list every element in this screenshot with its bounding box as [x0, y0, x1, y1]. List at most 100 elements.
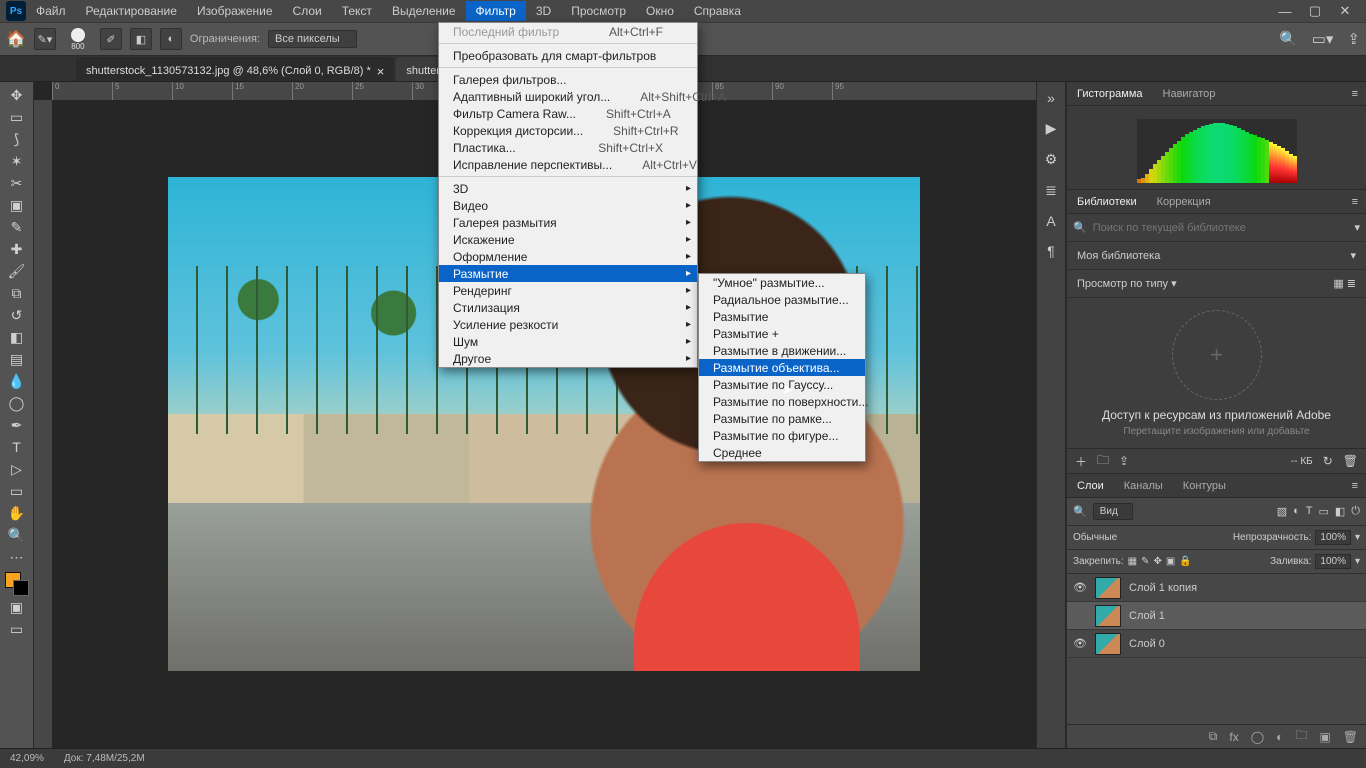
- menu-item[interactable]: Размытие: [439, 265, 697, 282]
- color-swatch[interactable]: [5, 572, 29, 596]
- menu-слои[interactable]: Слои: [283, 1, 332, 21]
- menu-item[interactable]: Оформление: [439, 248, 697, 265]
- healing-tool[interactable]: ✚: [3, 238, 31, 260]
- menu-item[interactable]: Размытие по поверхности...: [699, 393, 865, 410]
- folder-icon[interactable]: 🗀: [1097, 451, 1109, 472]
- fill-value[interactable]: 100%: [1315, 554, 1351, 569]
- marquee-tool[interactable]: ▭: [3, 106, 31, 128]
- close-icon[interactable]: ×: [377, 64, 385, 79]
- close-button[interactable]: ✕: [1330, 3, 1360, 19]
- dodge-tool[interactable]: ◯: [3, 392, 31, 414]
- hand-tool[interactable]: ✋: [3, 502, 31, 524]
- panel-menu-icon[interactable]: ≡: [1344, 480, 1366, 492]
- screen-mode-icon[interactable]: ▭: [3, 618, 31, 640]
- menu-просмотр[interactable]: Просмотр: [561, 1, 636, 21]
- paragraph-icon[interactable]: ¶: [1047, 243, 1055, 259]
- panel-menu-icon[interactable]: ≡: [1344, 88, 1366, 100]
- menu-item[interactable]: Другое: [439, 350, 697, 367]
- quick-select-tool[interactable]: ✶: [3, 150, 31, 172]
- type-icon[interactable]: A: [1046, 213, 1055, 229]
- menu-текст[interactable]: Текст: [332, 1, 382, 21]
- layer-row[interactable]: 👁Слой 1 копия: [1067, 574, 1366, 602]
- adjustments-icon[interactable]: ⚙: [1045, 151, 1058, 168]
- menu-item[interactable]: Усиление резкости: [439, 316, 697, 333]
- menu-item[interactable]: Радиальное размытие...: [699, 291, 865, 308]
- frame-tool[interactable]: ▣: [3, 194, 31, 216]
- menu-item[interactable]: Адаптивный широкий угол...Alt+Shift+Ctrl…: [439, 88, 697, 105]
- menu-item[interactable]: Размытие по Гауссу...: [699, 376, 865, 393]
- library-view[interactable]: Просмотр по типу ▾ ▦ ≣: [1067, 270, 1366, 298]
- layer-kind-select[interactable]: Вид: [1093, 503, 1133, 520]
- gradient-tool[interactable]: ▤: [3, 348, 31, 370]
- menu-item[interactable]: Размытие в движении...: [699, 342, 865, 359]
- layer-row[interactable]: Слой 1: [1067, 602, 1366, 630]
- tab-navigator[interactable]: Навигатор: [1153, 83, 1226, 105]
- tab-paths[interactable]: Контуры: [1173, 475, 1236, 497]
- menu-item[interactable]: Преобразовать для смарт-фильтров: [439, 47, 697, 64]
- menu-item[interactable]: "Умное" размытие...: [699, 274, 865, 291]
- move-tool[interactable]: ✥: [3, 84, 31, 106]
- menu-item[interactable]: Искажение: [439, 231, 697, 248]
- menu-item[interactable]: Размытие по рамке...: [699, 410, 865, 427]
- path-tool[interactable]: ▷: [3, 458, 31, 480]
- workspace-icon[interactable]: ▭▾: [1312, 30, 1334, 48]
- minimize-button[interactable]: —: [1270, 4, 1300, 19]
- menu-item[interactable]: Размытие объектива...: [699, 359, 865, 376]
- brush-tool[interactable]: 🖌: [3, 260, 31, 282]
- eraser-tool[interactable]: ◧: [3, 326, 31, 348]
- menu-файл[interactable]: Файл: [26, 1, 76, 21]
- new-layer-icon[interactable]: ▣: [1319, 730, 1330, 744]
- menu-изображение[interactable]: Изображение: [187, 1, 283, 21]
- background-color[interactable]: [13, 580, 29, 596]
- menu-item[interactable]: 3D: [439, 180, 697, 197]
- menu-item[interactable]: Размытие +: [699, 325, 865, 342]
- menu-item[interactable]: Пластика...Shift+Ctrl+X: [439, 139, 697, 156]
- zoom-level[interactable]: 42,09%: [10, 753, 44, 764]
- grid-view-icon[interactable]: ▦: [1333, 278, 1343, 290]
- adjustment-layer-icon[interactable]: ◐: [1276, 730, 1283, 744]
- trash-icon[interactable]: 🗑: [1343, 454, 1358, 468]
- filter-smart-icon[interactable]: ◧: [1335, 505, 1345, 518]
- pen-tool[interactable]: ✒: [3, 414, 31, 436]
- menu-3d[interactable]: 3D: [526, 1, 561, 21]
- library-search-input[interactable]: [1093, 222, 1349, 234]
- menu-фильтр[interactable]: Фильтр: [466, 1, 526, 21]
- filter-pixel-icon[interactable]: ▧: [1277, 505, 1287, 518]
- menu-item[interactable]: Размытие по фигуре...: [699, 427, 865, 444]
- tab-libraries[interactable]: Библиотеки: [1067, 191, 1147, 213]
- menu-выделение[interactable]: Выделение: [382, 1, 466, 21]
- list-view-icon[interactable]: ≣: [1347, 278, 1356, 290]
- collapse-icon[interactable]: »: [1047, 90, 1055, 106]
- menu-окно[interactable]: Окно: [636, 1, 684, 21]
- crop-tool[interactable]: ✂: [3, 172, 31, 194]
- zoom-tool[interactable]: 🔍: [3, 524, 31, 546]
- layer-mask-icon[interactable]: ◯: [1251, 730, 1264, 744]
- menu-item[interactable]: Видео: [439, 197, 697, 214]
- delete-layer-icon[interactable]: 🗑: [1343, 730, 1358, 744]
- lock-pixels-icon[interactable]: ▦: [1128, 556, 1137, 567]
- stamp-tool[interactable]: ⧉: [3, 282, 31, 304]
- menu-справка[interactable]: Справка: [684, 1, 751, 21]
- lock-all-icon[interactable]: 🔒: [1179, 556, 1191, 567]
- lock-brush-icon[interactable]: ✎: [1141, 556, 1149, 567]
- chevron-down-icon[interactable]: ▾: [1354, 221, 1360, 234]
- add-content-icon[interactable]: ＋: [1075, 453, 1087, 470]
- tab-channels[interactable]: Каналы: [1114, 475, 1173, 497]
- tab-layers[interactable]: Слои: [1067, 475, 1114, 497]
- menu-редактирование[interactable]: Редактирование: [76, 1, 187, 21]
- quick-mask-icon[interactable]: ▣: [3, 596, 31, 618]
- filter-adjust-icon[interactable]: ◐: [1293, 505, 1300, 518]
- blur-tool[interactable]: 💧: [3, 370, 31, 392]
- menu-item[interactable]: Коррекция дисторсии...Shift+Ctrl+R: [439, 122, 697, 139]
- document-tab[interactable]: shutterstock_1130573132.jpg @ 48,6% (Сло…: [76, 57, 394, 81]
- lock-position-icon[interactable]: ✥: [1154, 556, 1162, 567]
- tab-histogram[interactable]: Гистограмма: [1067, 83, 1153, 105]
- search-icon[interactable]: 🔍: [1279, 30, 1298, 48]
- menu-item[interactable]: Галерея фильтров...: [439, 71, 697, 88]
- panel-menu-icon[interactable]: ≡: [1344, 196, 1366, 208]
- upload-icon[interactable]: ⇪: [1119, 454, 1129, 468]
- layer-fx-icon[interactable]: fx: [1229, 730, 1238, 744]
- menu-item[interactable]: Шум: [439, 333, 697, 350]
- brush-pressure-icon[interactable]: ◧: [130, 28, 152, 50]
- share-icon[interactable]: ⇪: [1347, 30, 1360, 48]
